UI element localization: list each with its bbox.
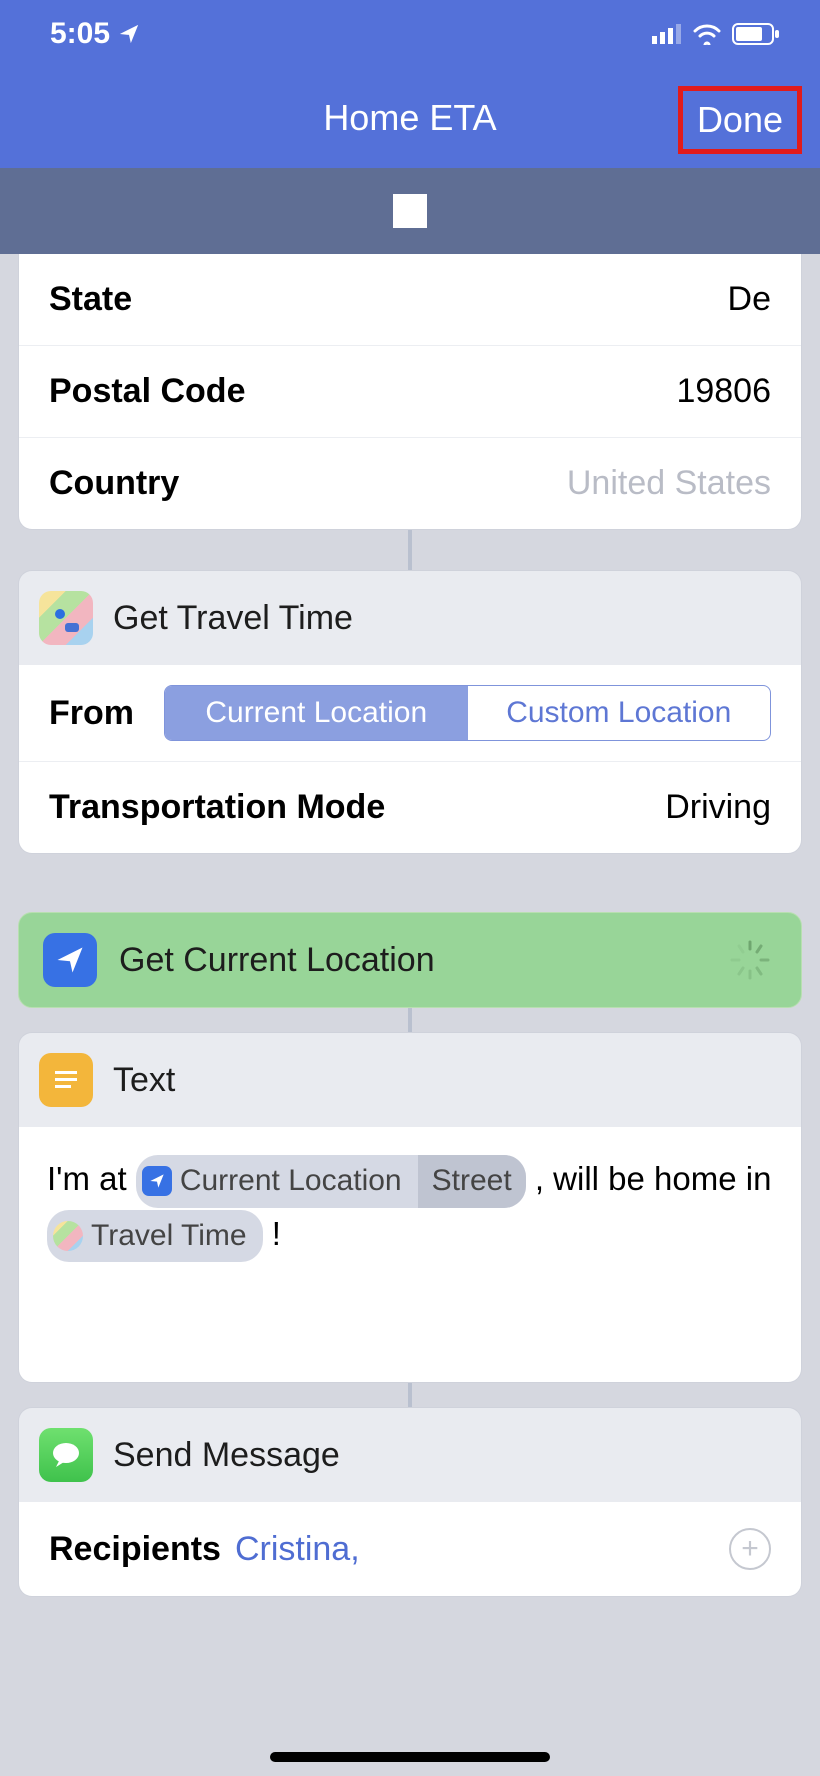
from-label: From bbox=[49, 694, 134, 733]
recipient-name: Cristina, bbox=[235, 1530, 360, 1569]
state-label: State bbox=[49, 280, 132, 319]
token-label: Travel Time bbox=[91, 1213, 247, 1260]
cellular-icon bbox=[652, 24, 682, 44]
maps-icon bbox=[53, 1221, 83, 1251]
time-text: 5:05 bbox=[50, 17, 110, 51]
run-bar bbox=[0, 168, 820, 254]
text-icon bbox=[39, 1053, 93, 1107]
text-title: Text bbox=[113, 1061, 175, 1100]
get-location-title: Get Current Location bbox=[119, 941, 435, 980]
location-arrow-icon bbox=[118, 23, 140, 45]
from-row: From Current Location Custom Location bbox=[19, 665, 801, 762]
transport-mode-value: Driving bbox=[665, 788, 771, 827]
status-bar: 5:05 bbox=[0, 0, 820, 68]
status-icons bbox=[652, 23, 780, 45]
text-header: Text bbox=[19, 1033, 801, 1127]
wifi-icon bbox=[692, 23, 722, 45]
country-value: United States bbox=[567, 464, 771, 503]
postal-label: Postal Code bbox=[49, 372, 245, 411]
state-value: De bbox=[728, 280, 771, 319]
location-icon bbox=[43, 933, 97, 987]
connector bbox=[408, 1008, 412, 1032]
address-card: State De Postal Code 19806 Country Unite… bbox=[18, 254, 802, 530]
stop-icon[interactable] bbox=[393, 194, 427, 228]
home-indicator[interactable] bbox=[270, 1752, 550, 1762]
status-time: 5:05 bbox=[50, 17, 140, 51]
recipients-row[interactable]: Recipients Cristina, + bbox=[19, 1502, 801, 1596]
transport-mode-label: Transportation Mode bbox=[49, 788, 385, 827]
from-segmented: Current Location Custom Location bbox=[164, 685, 771, 741]
text-body[interactable]: I'm at Current Location Street , will be… bbox=[19, 1127, 801, 1382]
send-message-header: Send Message bbox=[19, 1408, 801, 1502]
done-button[interactable]: Done bbox=[678, 86, 802, 154]
nav-bar: Home ETA Done bbox=[0, 68, 820, 168]
state-row[interactable]: State De bbox=[19, 254, 801, 346]
seg-custom-location[interactable]: Custom Location bbox=[468, 686, 771, 740]
text-card: Text I'm at Current Location Street , wi… bbox=[18, 1032, 802, 1383]
message-icon bbox=[39, 1428, 93, 1482]
postal-row[interactable]: Postal Code 19806 bbox=[19, 346, 801, 438]
token-label: Current Location bbox=[180, 1158, 402, 1205]
country-row[interactable]: Country United States bbox=[19, 438, 801, 529]
send-message-title: Send Message bbox=[113, 1436, 340, 1475]
text-part1: I'm at bbox=[47, 1160, 136, 1197]
travel-time-title: Get Travel Time bbox=[113, 599, 353, 638]
text-part3: ! bbox=[272, 1215, 281, 1252]
travel-time-card: Get Travel Time From Current Location Cu… bbox=[18, 570, 802, 854]
country-label: Country bbox=[49, 464, 179, 503]
recipients-label: Recipients bbox=[49, 1530, 221, 1569]
token-current-location[interactable]: Current Location Street bbox=[136, 1155, 526, 1208]
spinner-icon bbox=[729, 939, 771, 981]
token-travel-time[interactable]: Travel Time bbox=[47, 1210, 263, 1263]
page-title: Home ETA bbox=[323, 97, 496, 139]
postal-value: 19806 bbox=[676, 372, 771, 411]
text-part2: , will be home in bbox=[535, 1160, 772, 1197]
token-sub: Street bbox=[418, 1155, 526, 1208]
travel-time-header: Get Travel Time bbox=[19, 571, 801, 665]
send-message-card: Send Message Recipients Cristina, + bbox=[18, 1407, 802, 1597]
maps-icon bbox=[39, 591, 93, 645]
add-recipient-button[interactable]: + bbox=[729, 1528, 771, 1570]
connector bbox=[408, 530, 412, 570]
location-arrow-icon bbox=[142, 1166, 172, 1196]
battery-icon bbox=[732, 23, 780, 45]
seg-current-location[interactable]: Current Location bbox=[165, 686, 468, 740]
get-location-card[interactable]: Get Current Location bbox=[18, 912, 802, 1008]
transport-mode-row[interactable]: Transportation Mode Driving bbox=[19, 762, 801, 853]
connector bbox=[408, 1383, 412, 1407]
